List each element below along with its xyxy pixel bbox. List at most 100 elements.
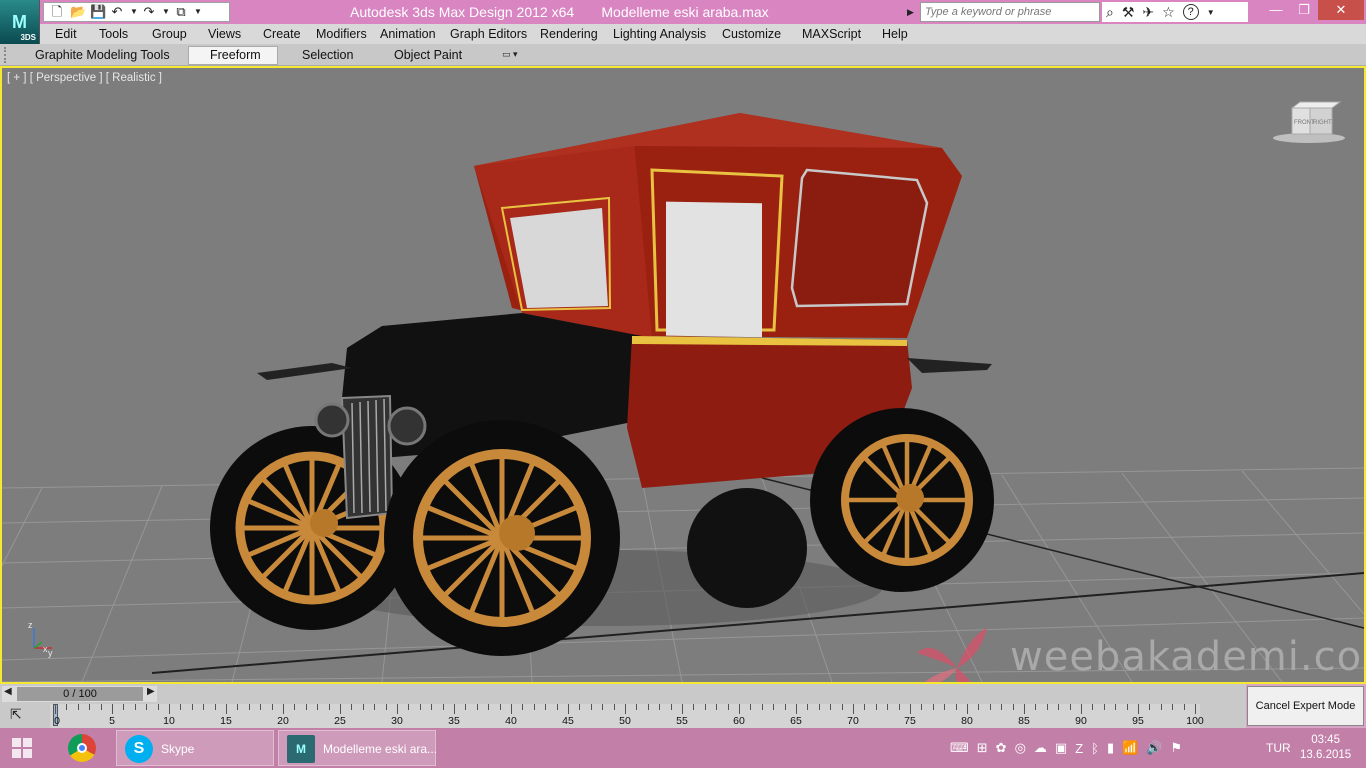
time-ruler[interactable]: 0 5 10 15 20 25 30 35 40 45 50 55 60 65 70 75 80 85 90 95 10… <box>50 704 1204 728</box>
help-icon[interactable]: ? <box>1182 4 1199 20</box>
redo-dropdown-icon[interactable]: ▼ <box>162 4 170 20</box>
bluetooth-icon[interactable]: ᛒ <box>1091 741 1099 756</box>
menu-graph-editors[interactable]: Graph Editors <box>450 27 527 41</box>
time-next-icon[interactable]: ▶ <box>147 686 155 697</box>
ruler-tick <box>317 704 319 710</box>
input-language[interactable]: TUR <box>1266 741 1291 755</box>
viewport-label-menu[interactable]: [ + ] [ Perspective ] [ Realistic ] <box>7 72 162 84</box>
ruler-tick <box>1035 704 1037 710</box>
toggle-track-bar-icon[interactable]: ⇱ <box>10 706 34 724</box>
save-icon[interactable]: 💾 <box>90 4 106 20</box>
ruler-tick <box>180 704 182 710</box>
close-button[interactable]: ✕ <box>1318 0 1364 20</box>
tools-icon[interactable]: ⚒ <box>1122 4 1135 21</box>
taskbar-3dsmax[interactable]: M Modelleme eski ara... <box>278 730 438 766</box>
ribbon-grip-handle[interactable] <box>4 47 10 63</box>
menu-lighting-analysis[interactable]: Lighting Analysis <box>613 27 706 41</box>
menu-modifiers[interactable]: Modifiers <box>316 27 367 41</box>
time-slider-thumb[interactable]: 0 / 100 <box>17 687 143 701</box>
viewcube-icon[interactable]: FRONT RIGHT <box>1273 101 1345 143</box>
undo-icon[interactable]: ↶ <box>110 4 124 20</box>
restore-button[interactable]: ❐ <box>1290 0 1318 20</box>
cloud-icon[interactable]: ☁ <box>1034 740 1047 756</box>
menu-customize[interactable]: Customize <box>722 27 781 41</box>
filezilla-icon[interactable]: Z <box>1075 741 1083 756</box>
title-bar: 🗋 📂 💾 ↶ ▼ ↷ ▼ ⧉ ▼ Autodesk 3ds Max Desig… <box>0 0 1366 24</box>
menu-group[interactable]: Group <box>152 27 187 41</box>
menu-views[interactable]: Views <box>208 27 241 41</box>
taskbar-chrome[interactable] <box>60 730 108 766</box>
minimize-button[interactable]: — <box>1262 0 1290 20</box>
ruler-tick <box>191 704 193 710</box>
tab-object-paint[interactable]: Object Paint <box>394 48 462 62</box>
ruler-tick <box>1138 704 1139 714</box>
ruler-tick <box>1024 704 1025 714</box>
ruler-tick <box>157 704 159 710</box>
time-slider[interactable]: ◀ 0 / 100 ▶ <box>2 686 157 702</box>
3dsmax-logo-icon: M <box>12 11 27 32</box>
menu-edit[interactable]: Edit <box>55 27 77 41</box>
menu-maxscript[interactable]: MAXScript <box>802 27 861 41</box>
windows-flag-icon[interactable]: ⊞ <box>977 740 988 756</box>
cancel-expert-mode-button[interactable]: Cancel Expert Mode <box>1247 686 1364 726</box>
customize-qat-icon[interactable]: ▼ <box>194 4 202 20</box>
menu-rendering[interactable]: Rendering <box>540 27 598 41</box>
perspective-viewport[interactable]: FRONT RIGHT z x y [ + ] [ Perspective ] … <box>0 66 1366 684</box>
window-title: Autodesk 3ds Max Design 2012 x64 Modelle… <box>350 4 769 20</box>
undo-dropdown-icon[interactable]: ▼ <box>130 4 138 20</box>
ruler-tick <box>533 704 535 710</box>
menu-animation[interactable]: Animation <box>380 27 436 41</box>
ruler-label: 65 <box>790 715 802 727</box>
ruler-label: 75 <box>904 715 916 727</box>
battery-icon[interactable]: ▮ <box>1107 740 1114 756</box>
application-menu-button[interactable]: M 3DS <box>0 0 40 44</box>
system-clock[interactable]: 03:45 13.6.2015 <box>1300 733 1351 763</box>
ruler-tick <box>442 704 444 710</box>
ribbon-options-dropdown-icon[interactable]: ▭ ▾ <box>502 49 528 61</box>
ruler-tick <box>454 704 455 714</box>
menu-help[interactable]: Help <box>882 27 908 41</box>
ruler-tick <box>214 704 216 710</box>
ruler-tick <box>1081 704 1082 714</box>
ruler-tick <box>522 704 524 710</box>
redo-icon[interactable]: ↷ <box>142 4 156 20</box>
taskbar-skype[interactable]: S Skype <box>116 730 274 766</box>
new-file-icon[interactable]: 🗋 <box>50 4 64 20</box>
network-icon[interactable]: ◎ <box>1015 740 1026 756</box>
search-expand-icon[interactable]: ▶ <box>907 4 917 20</box>
ruler-tick <box>362 704 364 710</box>
ruler-tick <box>374 704 376 710</box>
project-folder-icon[interactable]: ⧉ <box>174 4 188 20</box>
taskbar-3dsmax-label: Modelleme eski ara... <box>323 742 438 756</box>
action-center-flag-icon[interactable]: ⚑ <box>1171 740 1183 756</box>
help-dropdown-icon[interactable]: ▼ <box>1207 8 1215 17</box>
menu-create[interactable]: Create <box>263 27 301 41</box>
start-button[interactable] <box>12 738 32 758</box>
3dsmax-icon: M <box>287 735 315 763</box>
infocenter-toolbar: ⌕ ⚒ ✈ ☆ ? ▼ <box>1102 2 1248 22</box>
search-input[interactable]: Type a keyword or phrase <box>920 2 1100 22</box>
color-app-icon[interactable]: ✿ <box>996 740 1007 756</box>
ruler-tick <box>887 704 889 710</box>
ruler-tick <box>1092 704 1094 710</box>
ruler-tick <box>66 704 68 710</box>
ruler-label: 90 <box>1075 715 1087 727</box>
time-prev-icon[interactable]: ◀ <box>4 686 12 697</box>
volume-icon[interactable]: 🔊 <box>1146 740 1162 756</box>
tab-freeform[interactable]: Freeform <box>210 48 261 62</box>
keyboard-icon[interactable]: ⌨ <box>950 740 969 756</box>
ruler-label: 95 <box>1132 715 1144 727</box>
tab-selection[interactable]: Selection <box>302 48 353 62</box>
ruler-tick <box>283 704 284 714</box>
signal-icon[interactable]: 📶 <box>1122 740 1138 756</box>
car-model[interactable] <box>210 113 994 656</box>
evernote-icon[interactable]: ▣ <box>1055 740 1067 756</box>
ruler-label: 45 <box>562 715 574 727</box>
menu-tools[interactable]: Tools <box>99 27 128 41</box>
open-file-icon[interactable]: 📂 <box>70 4 86 20</box>
favorites-star-icon[interactable]: ☆ <box>1162 4 1175 21</box>
ruler-tick <box>818 704 820 710</box>
satellite-icon[interactable]: ✈ <box>1142 4 1154 21</box>
binoculars-icon[interactable]: ⌕ <box>1106 4 1114 21</box>
tab-graphite-modeling-tools[interactable]: Graphite Modeling Tools <box>35 48 170 62</box>
